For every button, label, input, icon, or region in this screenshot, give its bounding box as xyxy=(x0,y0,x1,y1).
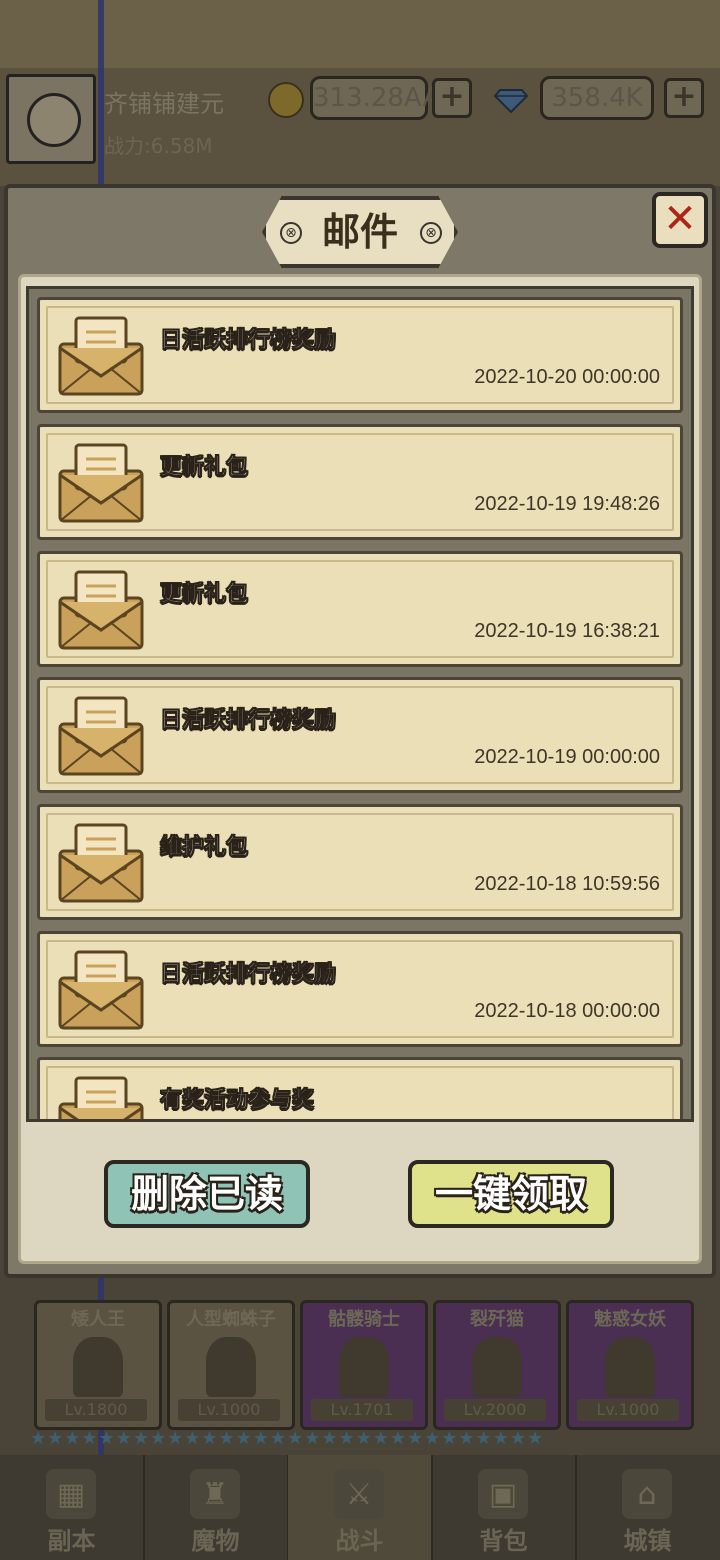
player-name: 齐铺铺建元 xyxy=(104,90,224,118)
add-gold-button[interactable]: + xyxy=(432,78,472,118)
monster-portrait xyxy=(472,1337,522,1397)
player-avatar[interactable] xyxy=(6,74,96,164)
monster-level: Lv.1800 xyxy=(45,1399,147,1421)
monster-name: 人型蜘蛛子 xyxy=(186,1309,276,1330)
monster-card[interactable]: 裂歼猫 Lv.2000 xyxy=(433,1300,561,1430)
delete-read-button[interactable]: 删除已读 xyxy=(104,1160,310,1228)
close-button[interactable]: ✕ xyxy=(652,192,708,248)
claim-all-button[interactable]: 一键领取 xyxy=(408,1160,614,1228)
monster-team-row: 矮人王 Lv.1800 人型蜘蛛子 Lv.1000 骷髅骑士 Lv.1701 裂… xyxy=(30,1300,694,1430)
map-icon: ▦ xyxy=(46,1469,96,1519)
mail-item[interactable]: 日活跃排行榜奖励 2022-10-20 00:00:00 xyxy=(37,297,683,413)
backpack-icon: ▣ xyxy=(478,1469,528,1519)
monster-level: Lv.1000 xyxy=(577,1399,679,1421)
envelope-icon xyxy=(58,316,144,396)
mail-list[interactable]: 日活跃排行榜奖励 2022-10-20 00:00:00 更新礼包 2022-1… xyxy=(26,286,694,1122)
background-scene xyxy=(0,0,720,70)
star-rating-row: ★★★★★★★★★★★★★★★★★★★★★★★★★★★★★★ xyxy=(30,1428,545,1448)
diamond-icon xyxy=(494,89,528,114)
mail-item[interactable]: 日活跃排行榜奖励 2022-10-18 00:00:00 xyxy=(37,931,683,1047)
monster-name: 魅惑女妖 xyxy=(594,1309,666,1330)
monster-card[interactable]: 骷髅骑士 Lv.1701 xyxy=(300,1300,428,1430)
monster-name: 裂歼猫 xyxy=(470,1309,524,1330)
monster-portrait xyxy=(339,1337,389,1397)
monster-card[interactable]: 魅惑女妖 Lv.1000 xyxy=(566,1300,694,1430)
mail-title: 更新礼包 xyxy=(160,582,249,608)
mail-title: 日活跃排行榜奖励 xyxy=(160,962,337,988)
nav-backpack[interactable]: ▣ 背包 xyxy=(432,1455,577,1560)
swords-icon: ⚔ xyxy=(334,1469,384,1519)
gem-amount: 358.4K xyxy=(540,76,654,120)
mail-item[interactable]: 更新礼包 2022-10-19 19:48:26 xyxy=(37,424,683,540)
envelope-icon xyxy=(58,443,144,523)
gold-amount: 313.28AA xyxy=(310,76,440,120)
mail-time: 2022-10-19 19:48:26 xyxy=(474,493,660,515)
close-icon: ✕ xyxy=(663,196,697,242)
nav-label: 魔物 xyxy=(191,1527,240,1555)
monster-level: Lv.1000 xyxy=(178,1399,280,1421)
mail-item[interactable]: 更新礼包 2022-10-19 16:38:21 xyxy=(37,551,683,667)
monster-level: Lv.2000 xyxy=(444,1399,546,1421)
mail-time: 2022-10-19 00:00:00 xyxy=(474,746,660,768)
monster-name: 骷髅骑士 xyxy=(328,1309,400,1330)
mail-title: 更新礼包 xyxy=(160,455,249,481)
mail-time: 2022-10-19 16:38:21 xyxy=(474,620,660,642)
nav-battle[interactable]: ⚔ 战斗 xyxy=(288,1455,433,1560)
envelope-icon xyxy=(58,823,144,903)
monster-icon: ♜ xyxy=(190,1469,240,1519)
monster-portrait xyxy=(605,1337,655,1397)
mail-title: 有奖活动参与奖 xyxy=(160,1088,315,1114)
envelope-icon xyxy=(58,570,144,650)
add-gem-button[interactable]: + xyxy=(664,78,704,118)
bottom-nav: ▦ 副本 ♜ 魔物 ⚔ 战斗 ▣ 背包 ⌂ 城镇 xyxy=(0,1455,720,1560)
monster-card[interactable]: 矮人王 Lv.1800 xyxy=(34,1300,162,1430)
monster-portrait xyxy=(73,1337,123,1397)
modal-title: 邮件 xyxy=(321,210,398,254)
monster-card[interactable]: 人型蜘蛛子 Lv.1000 xyxy=(167,1300,295,1430)
nav-dungeon[interactable]: ▦ 副本 xyxy=(0,1455,145,1560)
nav-label: 副本 xyxy=(47,1527,96,1555)
mail-title: 日活跃排行榜奖励 xyxy=(160,708,337,734)
mail-title: 日活跃排行榜奖励 xyxy=(160,328,337,354)
envelope-icon xyxy=(58,696,144,776)
mail-time: 2022-10-20 00:00:00 xyxy=(474,366,660,388)
avatar-face xyxy=(27,93,81,147)
mail-time: 2022-10-18 10:59:56 xyxy=(474,873,660,895)
mail-time: 2022-10-18 00:00:00 xyxy=(474,1000,660,1022)
envelope-icon xyxy=(58,1076,144,1119)
town-icon: ⌂ xyxy=(622,1469,672,1519)
monster-portrait xyxy=(206,1337,256,1397)
player-power: 战力:6.58M xyxy=(104,134,213,158)
nav-town[interactable]: ⌂ 城镇 xyxy=(576,1455,719,1560)
mail-title: 维护礼包 xyxy=(160,835,249,861)
gold-coin-icon xyxy=(268,82,304,118)
mail-item[interactable]: 有奖活动参与奖 xyxy=(37,1057,683,1119)
nav-monsters[interactable]: ♜ 魔物 xyxy=(144,1455,289,1560)
monster-level: Lv.1701 xyxy=(311,1399,413,1421)
nav-label: 城镇 xyxy=(623,1527,672,1555)
mail-item[interactable]: 维护礼包 2022-10-18 10:59:56 xyxy=(37,804,683,920)
nav-label: 背包 xyxy=(479,1527,528,1555)
monster-name: 矮人王 xyxy=(71,1309,125,1330)
nav-label: 战斗 xyxy=(335,1527,384,1555)
envelope-icon xyxy=(58,950,144,1030)
mail-item[interactable]: 日活跃排行榜奖励 2022-10-19 00:00:00 xyxy=(37,677,683,793)
